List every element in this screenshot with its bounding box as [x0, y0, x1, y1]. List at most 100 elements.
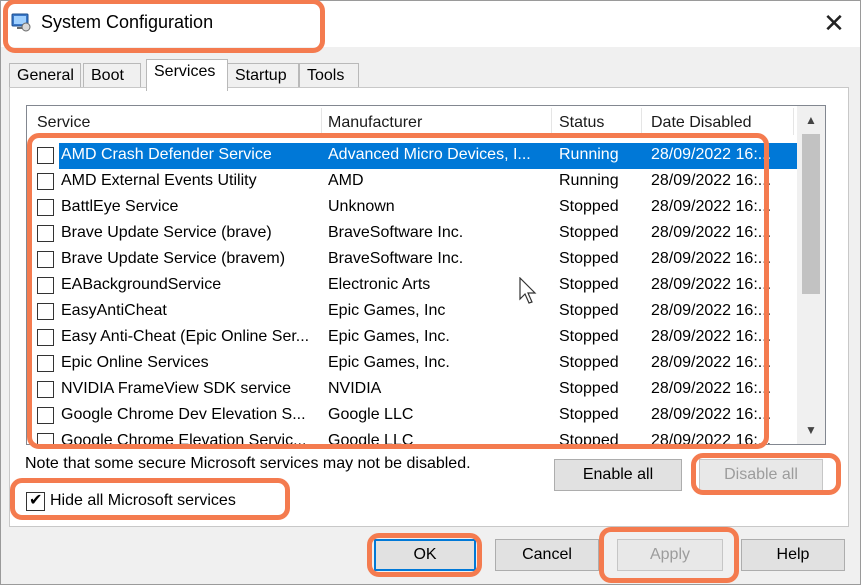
- service-name: Easy Anti-Cheat (Epic Online Ser...: [61, 328, 310, 345]
- secure-services-note: Note that some secure Microsoft services…: [25, 455, 471, 472]
- close-icon: ✕: [823, 7, 845, 38]
- system-configuration-window: System Configuration ✕ General Boot Serv…: [0, 0, 861, 585]
- service-checkbox[interactable]: [37, 199, 54, 216]
- service-date-disabled: 28/09/2022 16:...: [651, 328, 772, 345]
- tab-tools[interactable]: Tools: [299, 63, 359, 90]
- service-manufacturer: Electronic Arts: [328, 276, 431, 293]
- service-row[interactable]: Brave Update Service (brave) BraveSoftwa…: [27, 221, 797, 247]
- service-status: Stopped: [559, 328, 619, 345]
- scroll-up-button[interactable]: ▲: [797, 108, 825, 132]
- tab-boot[interactable]: Boot: [83, 63, 141, 90]
- service-checkbox[interactable]: [37, 433, 54, 444]
- service-name: EasyAntiCheat: [61, 302, 167, 319]
- service-row[interactable]: Google Chrome Elevation Servic... Google…: [27, 429, 797, 445]
- service-status: Stopped: [559, 198, 619, 215]
- tab-services[interactable]: Services: [146, 59, 228, 91]
- service-name: Brave Update Service (bravem): [61, 250, 286, 267]
- service-manufacturer: Epic Games, Inc.: [328, 328, 450, 345]
- service-manufacturer: BraveSoftware Inc.: [328, 250, 464, 267]
- column-divider[interactable]: [551, 108, 552, 135]
- service-checkbox[interactable]: [37, 407, 54, 424]
- column-header-service[interactable]: Service: [37, 114, 90, 132]
- service-row[interactable]: NVIDIA FrameView SDK service NVIDIA Stop…: [27, 377, 797, 403]
- close-button[interactable]: ✕: [816, 7, 852, 39]
- service-manufacturer: BraveSoftware Inc.: [328, 224, 464, 241]
- service-row[interactable]: BattlEye Service Unknown Stopped 28/09/2…: [27, 195, 797, 221]
- service-name: AMD External Events Utility: [61, 172, 257, 189]
- service-row[interactable]: EABackgroundService Electronic Arts Stop…: [27, 273, 797, 299]
- service-date-disabled: 28/09/2022 16:...: [651, 406, 772, 423]
- service-row[interactable]: EasyAntiCheat Epic Games, Inc Stopped 28…: [27, 299, 797, 325]
- service-name: Google Chrome Elevation Servic...: [61, 432, 307, 445]
- column-divider[interactable]: [321, 108, 322, 135]
- service-name: EABackgroundService: [61, 276, 222, 293]
- service-status: Stopped: [559, 302, 619, 319]
- service-name: NVIDIA FrameView SDK service: [61, 380, 291, 397]
- service-date-disabled: 28/09/2022 16:...: [651, 172, 772, 189]
- tab-startup[interactable]: Startup: [227, 63, 299, 90]
- column-header-manufacturer[interactable]: Manufacturer: [328, 114, 422, 132]
- service-row[interactable]: Easy Anti-Cheat (Epic Online Ser... Epic…: [27, 325, 797, 351]
- msconfig-icon: [11, 13, 31, 32]
- service-status: Running: [559, 172, 619, 189]
- title-bar: System Configuration ✕: [1, 1, 860, 47]
- scrollbar-thumb[interactable]: [802, 134, 820, 294]
- service-status: Running: [559, 146, 619, 163]
- column-divider[interactable]: [793, 108, 794, 135]
- service-date-disabled: 28/09/2022 16:...: [651, 276, 772, 293]
- apply-button[interactable]: Apply: [617, 539, 723, 571]
- column-header-date-disabled[interactable]: Date Disabled: [651, 114, 752, 132]
- checkmark-icon: ✔: [29, 491, 43, 509]
- chevron-down-icon: ▼: [805, 423, 817, 437]
- services-list[interactable]: Service Manufacturer Status Date Disable…: [26, 105, 826, 445]
- list-header: Service Manufacturer Status Date Disable…: [27, 106, 797, 136]
- service-row[interactable]: Google Chrome Dev Elevation S... Google …: [27, 403, 797, 429]
- service-checkbox[interactable]: [37, 277, 54, 294]
- enable-all-button[interactable]: Enable all: [554, 459, 682, 491]
- service-manufacturer: Advanced Micro Devices, I...: [328, 146, 531, 163]
- service-manufacturer: AMD: [328, 172, 364, 189]
- service-date-disabled: 28/09/2022 16:...: [651, 224, 772, 241]
- service-checkbox[interactable]: [37, 329, 54, 346]
- column-header-status[interactable]: Status: [559, 114, 604, 132]
- service-row[interactable]: Epic Online Services Epic Games, Inc. St…: [27, 351, 797, 377]
- service-checkbox[interactable]: [37, 381, 54, 398]
- service-row[interactable]: Brave Update Service (bravem) BraveSoftw…: [27, 247, 797, 273]
- service-date-disabled: 28/09/2022 16:...: [651, 250, 772, 267]
- service-row[interactable]: AMD External Events Utility AMD Running …: [27, 169, 797, 195]
- service-date-disabled: 28/09/2022 16:...: [651, 380, 772, 397]
- ok-button[interactable]: OK: [374, 539, 476, 571]
- service-row[interactable]: AMD Crash Defender Service Advanced Micr…: [27, 143, 797, 169]
- service-manufacturer: Google LLC: [328, 432, 414, 445]
- tab-general[interactable]: General: [9, 63, 81, 90]
- service-date-disabled: 28/09/2022 16:...: [651, 146, 772, 163]
- column-divider[interactable]: [641, 108, 642, 135]
- vertical-scrollbar[interactable]: ▲ ▼: [797, 106, 825, 444]
- service-checkbox[interactable]: [37, 173, 54, 190]
- cancel-button[interactable]: Cancel: [495, 539, 599, 571]
- service-status: Stopped: [559, 354, 619, 371]
- service-manufacturer: Epic Games, Inc.: [328, 354, 450, 371]
- service-manufacturer: Unknown: [328, 198, 395, 215]
- service-name: AMD Crash Defender Service: [61, 146, 272, 163]
- disable-all-button[interactable]: Disable all: [699, 459, 823, 491]
- service-checkbox[interactable]: [37, 251, 54, 268]
- scroll-down-button[interactable]: ▼: [797, 418, 825, 442]
- service-status: Stopped: [559, 224, 619, 241]
- service-status: Stopped: [559, 380, 619, 397]
- service-checkbox[interactable]: [37, 147, 54, 164]
- service-date-disabled: 28/09/2022 16:...: [651, 302, 772, 319]
- service-checkbox[interactable]: [37, 355, 54, 372]
- hide-microsoft-services[interactable]: ✔ Hide all Microsoft services: [26, 489, 236, 513]
- service-checkbox[interactable]: [37, 225, 54, 242]
- mouse-pointer-icon: [519, 277, 537, 304]
- service-date-disabled: 28/09/2022 16:...: [651, 354, 772, 371]
- help-button[interactable]: Help: [741, 539, 845, 571]
- hide-microsoft-services-checkbox[interactable]: ✔: [26, 491, 45, 511]
- service-checkbox[interactable]: [37, 303, 54, 320]
- service-date-disabled: 28/09/2022 16:...: [651, 198, 772, 215]
- service-name: BattlEye Service: [61, 198, 179, 215]
- service-status: Stopped: [559, 432, 619, 445]
- service-status: Stopped: [559, 276, 619, 293]
- service-manufacturer: NVIDIA: [328, 380, 382, 397]
